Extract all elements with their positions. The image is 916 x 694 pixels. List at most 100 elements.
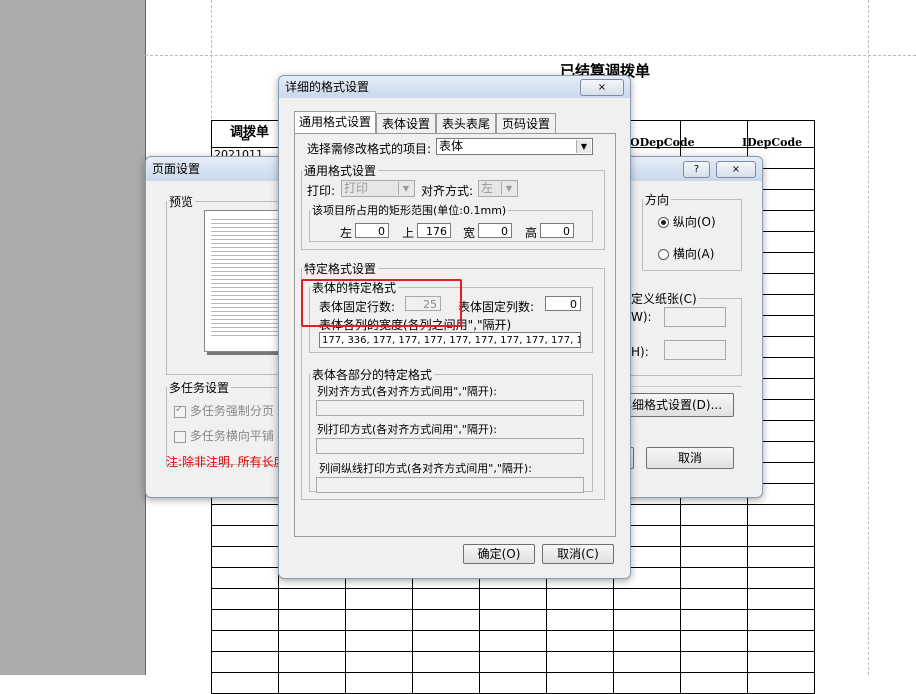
document-table-cell bbox=[479, 651, 547, 673]
paper-height-input[interactable] bbox=[664, 340, 726, 360]
detail-ok-button[interactable]: 确定(O) bbox=[463, 544, 535, 564]
document-table-cell bbox=[479, 672, 547, 694]
document-table-cell bbox=[680, 651, 748, 673]
align-dropdown[interactable]: 左 ▼ bbox=[478, 180, 518, 197]
tab-strip: 通用格式设置 表体设置 表头表尾 页码设置 bbox=[294, 111, 624, 135]
document-table-cell bbox=[546, 630, 614, 652]
document-table-cell bbox=[613, 630, 681, 652]
rect-left-label: 左 bbox=[340, 226, 353, 240]
document-table-cell bbox=[613, 672, 681, 694]
tab-body[interactable]: 表体设置 bbox=[376, 113, 436, 133]
document-table-cell bbox=[747, 588, 815, 610]
document-table-row bbox=[211, 651, 815, 673]
document-table-cell bbox=[345, 588, 413, 610]
paper-width-label: W): bbox=[631, 310, 652, 324]
detail-close-icon[interactable]: × bbox=[580, 79, 624, 96]
document-table-cell bbox=[278, 588, 346, 610]
general-legend: 通用格式设置 bbox=[304, 164, 377, 178]
col-align-label: 列对齐方式(各对齐方式间用","隔开): bbox=[317, 385, 497, 398]
horizontal-tile-option[interactable]: 多任务横向平铺 bbox=[174, 427, 274, 444]
orientation-label: 方向 bbox=[645, 193, 670, 207]
col-widths-input[interactable]: 177, 336, 177, 177, 177, 177, 177, 177, … bbox=[319, 332, 581, 348]
select-item-dropdown[interactable]: 表体 ▼ bbox=[436, 138, 593, 155]
landscape-option[interactable]: 横向(A) bbox=[658, 245, 714, 262]
chevron-down-icon: ▼ bbox=[398, 182, 413, 195]
portrait-radio[interactable] bbox=[658, 217, 669, 228]
preview-label: 预览 bbox=[169, 195, 194, 209]
document-table-row bbox=[211, 672, 815, 694]
col-line-input[interactable] bbox=[316, 477, 584, 493]
page-setup-cancel-button[interactable]: 取消 bbox=[646, 447, 734, 469]
document-table-cell bbox=[278, 651, 346, 673]
header-cell-odep: ODepCode bbox=[630, 136, 695, 149]
rect-left-input[interactable]: 0 bbox=[355, 223, 389, 238]
workspace-margin bbox=[0, 0, 146, 675]
horizontal-tile-checkbox[interactable] bbox=[174, 430, 186, 443]
document-table-cell bbox=[546, 588, 614, 610]
print-label: 打印: bbox=[307, 184, 336, 198]
fixed-cols-input[interactable]: 0 bbox=[545, 296, 581, 311]
document-table-cell bbox=[747, 546, 815, 568]
first-row-value: 2021011... bbox=[214, 148, 274, 156]
tab-page-number[interactable]: 页码设置 bbox=[496, 113, 556, 133]
horizontal-tile-label: 多任务横向平铺 bbox=[189, 429, 274, 443]
header-cell-idep: IDepCode bbox=[742, 136, 803, 149]
document-table-cell bbox=[613, 588, 681, 610]
col-line-label: 列间纵线打印方式(各对齐方式间用","隔开): bbox=[319, 462, 532, 475]
portrait-option[interactable]: 纵向(O) bbox=[658, 213, 716, 230]
col-print-input[interactable] bbox=[316, 438, 584, 454]
document-table-cell bbox=[613, 609, 681, 631]
document-table-cell bbox=[680, 525, 748, 547]
print-dropdown[interactable]: 打印 ▼ bbox=[341, 180, 415, 197]
detail-title: 详细的格式设置 bbox=[285, 80, 370, 94]
document-table-cell bbox=[211, 588, 279, 610]
document-table-cell bbox=[412, 630, 480, 652]
tab-header-footer[interactable]: 表头表尾 bbox=[436, 113, 496, 133]
preview-lines bbox=[211, 216, 279, 336]
rect-width-input[interactable]: 0 bbox=[478, 223, 512, 238]
rect-top-label: 上 bbox=[402, 226, 415, 240]
force-page-break-option[interactable]: 多任务强制分页 bbox=[174, 402, 274, 419]
force-page-break-checkbox[interactable] bbox=[174, 404, 186, 418]
document-table-cell bbox=[412, 651, 480, 673]
document-table-cell bbox=[747, 609, 815, 631]
col-align-input[interactable] bbox=[316, 400, 584, 416]
align-value: 左 bbox=[481, 181, 494, 195]
detail-cancel-button[interactable]: 取消(C) bbox=[542, 544, 614, 564]
length-note: 注:除非注明, 所有长度 bbox=[166, 455, 286, 469]
fixed-cols-label: 表体固定列数: bbox=[458, 300, 535, 314]
rect-top-input[interactable]: 176 bbox=[417, 223, 451, 238]
page-margin-right bbox=[868, 0, 869, 675]
detail-format-dialog: 详细的格式设置 × 通用格式设置 表体设置 表头表尾 页码设置 选择需修改格式的… bbox=[278, 75, 631, 579]
parts-legend: 表体各部分的特定格式 bbox=[312, 368, 433, 382]
document-table-cell bbox=[412, 609, 480, 631]
tab-general[interactable]: 通用格式设置 bbox=[294, 111, 376, 133]
rect-legend: 该项目所占用的矩形范围(单位:0.1mm) bbox=[312, 204, 507, 217]
document-table-cell bbox=[211, 672, 279, 694]
col-print-label: 列打印方式(各对齐方式间用","隔开): bbox=[317, 423, 497, 436]
document-table-row bbox=[211, 588, 815, 610]
landscape-radio[interactable] bbox=[658, 249, 669, 260]
help-icon[interactable]: ? bbox=[683, 161, 710, 178]
specific-legend: 特定格式设置 bbox=[304, 262, 377, 276]
document-table-cell bbox=[546, 609, 614, 631]
document-table-row bbox=[211, 630, 815, 652]
document-table-cell bbox=[278, 672, 346, 694]
header-cell-order-no-2: 号 bbox=[240, 134, 251, 141]
document-table-cell bbox=[680, 588, 748, 610]
document-table-cell bbox=[345, 630, 413, 652]
document-table-cell bbox=[479, 630, 547, 652]
document-table-cell bbox=[747, 651, 815, 673]
document-table-cell bbox=[345, 672, 413, 694]
document-table-cell bbox=[345, 609, 413, 631]
document-table-cell bbox=[211, 567, 279, 589]
document-table-row bbox=[211, 609, 815, 631]
document-table-cell bbox=[211, 609, 279, 631]
rect-height-input[interactable]: 0 bbox=[540, 223, 574, 238]
chevron-down-icon: ▼ bbox=[501, 182, 516, 195]
close-icon[interactable]: × bbox=[716, 161, 756, 178]
paper-width-input[interactable] bbox=[664, 307, 726, 327]
portrait-label: 纵向(O) bbox=[672, 215, 716, 229]
document-table-cell bbox=[680, 546, 748, 568]
landscape-label: 横向(A) bbox=[672, 247, 715, 261]
